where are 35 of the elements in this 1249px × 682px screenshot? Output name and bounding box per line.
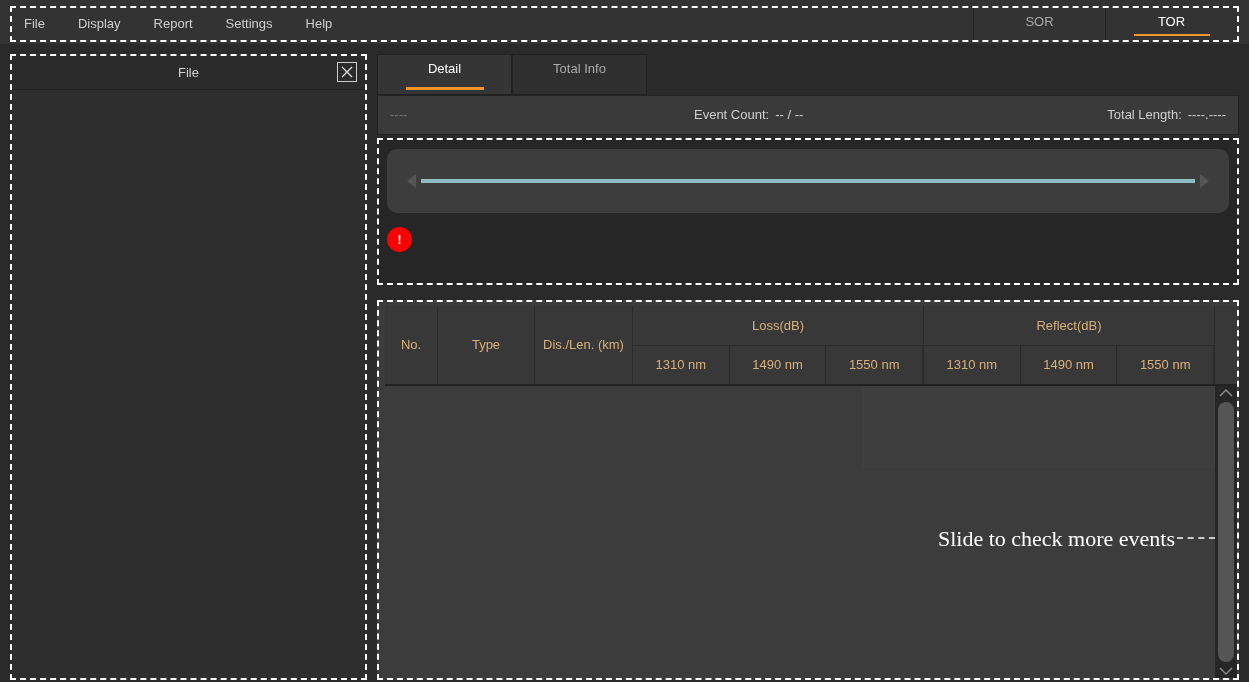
column-header: Type (438, 306, 535, 384)
column-header: 1490 nm (1020, 346, 1118, 384)
tab[interactable]: Detail (377, 54, 512, 95)
mode-tab[interactable]: TOR (1105, 8, 1237, 40)
column-header: Reflect(dB) (924, 306, 1214, 346)
trace-name: ---- (390, 106, 409, 125)
menu-item[interactable]: Display (77, 14, 121, 34)
total-length-value: ----.---- (1187, 106, 1226, 125)
column-header: Loss(dB) (633, 306, 923, 346)
right-arrow-icon[interactable] (1199, 174, 1209, 188)
column-header: 1550 nm (826, 346, 923, 384)
column-header: No. (385, 306, 438, 384)
menu-item[interactable]: Help (305, 14, 333, 34)
scroll-up-icon[interactable] (1219, 388, 1233, 398)
scroll-down-icon[interactable] (1219, 666, 1233, 676)
left-arrow-icon[interactable] (407, 174, 417, 188)
menu-item[interactable]: Settings (225, 14, 273, 34)
column-header: 1310 nm (633, 346, 730, 384)
menu-item[interactable]: File (24, 14, 45, 34)
tab[interactable]: Total Info (512, 54, 647, 95)
event-count-label: Event Count: (694, 106, 770, 125)
column-header: 1310 nm (924, 346, 1021, 384)
event-count-value: -- / -- (775, 106, 804, 125)
column-header: 1490 nm (729, 346, 827, 384)
scrollbar[interactable] (1215, 386, 1237, 678)
menu-item[interactable]: Report (153, 14, 193, 34)
scroll-thumb[interactable] (1218, 402, 1234, 662)
column-header: 1550 nm (1117, 346, 1214, 384)
close-button[interactable] (337, 62, 357, 82)
panel-title: File (178, 63, 199, 82)
annotation-text: Slide to check more events (937, 524, 1175, 553)
mode-tab[interactable]: SOR (973, 8, 1105, 40)
column-header: Dis./Len. (km) (535, 306, 633, 384)
total-length-label: Total Length: (1107, 106, 1182, 125)
alert-icon: ! (387, 227, 412, 252)
